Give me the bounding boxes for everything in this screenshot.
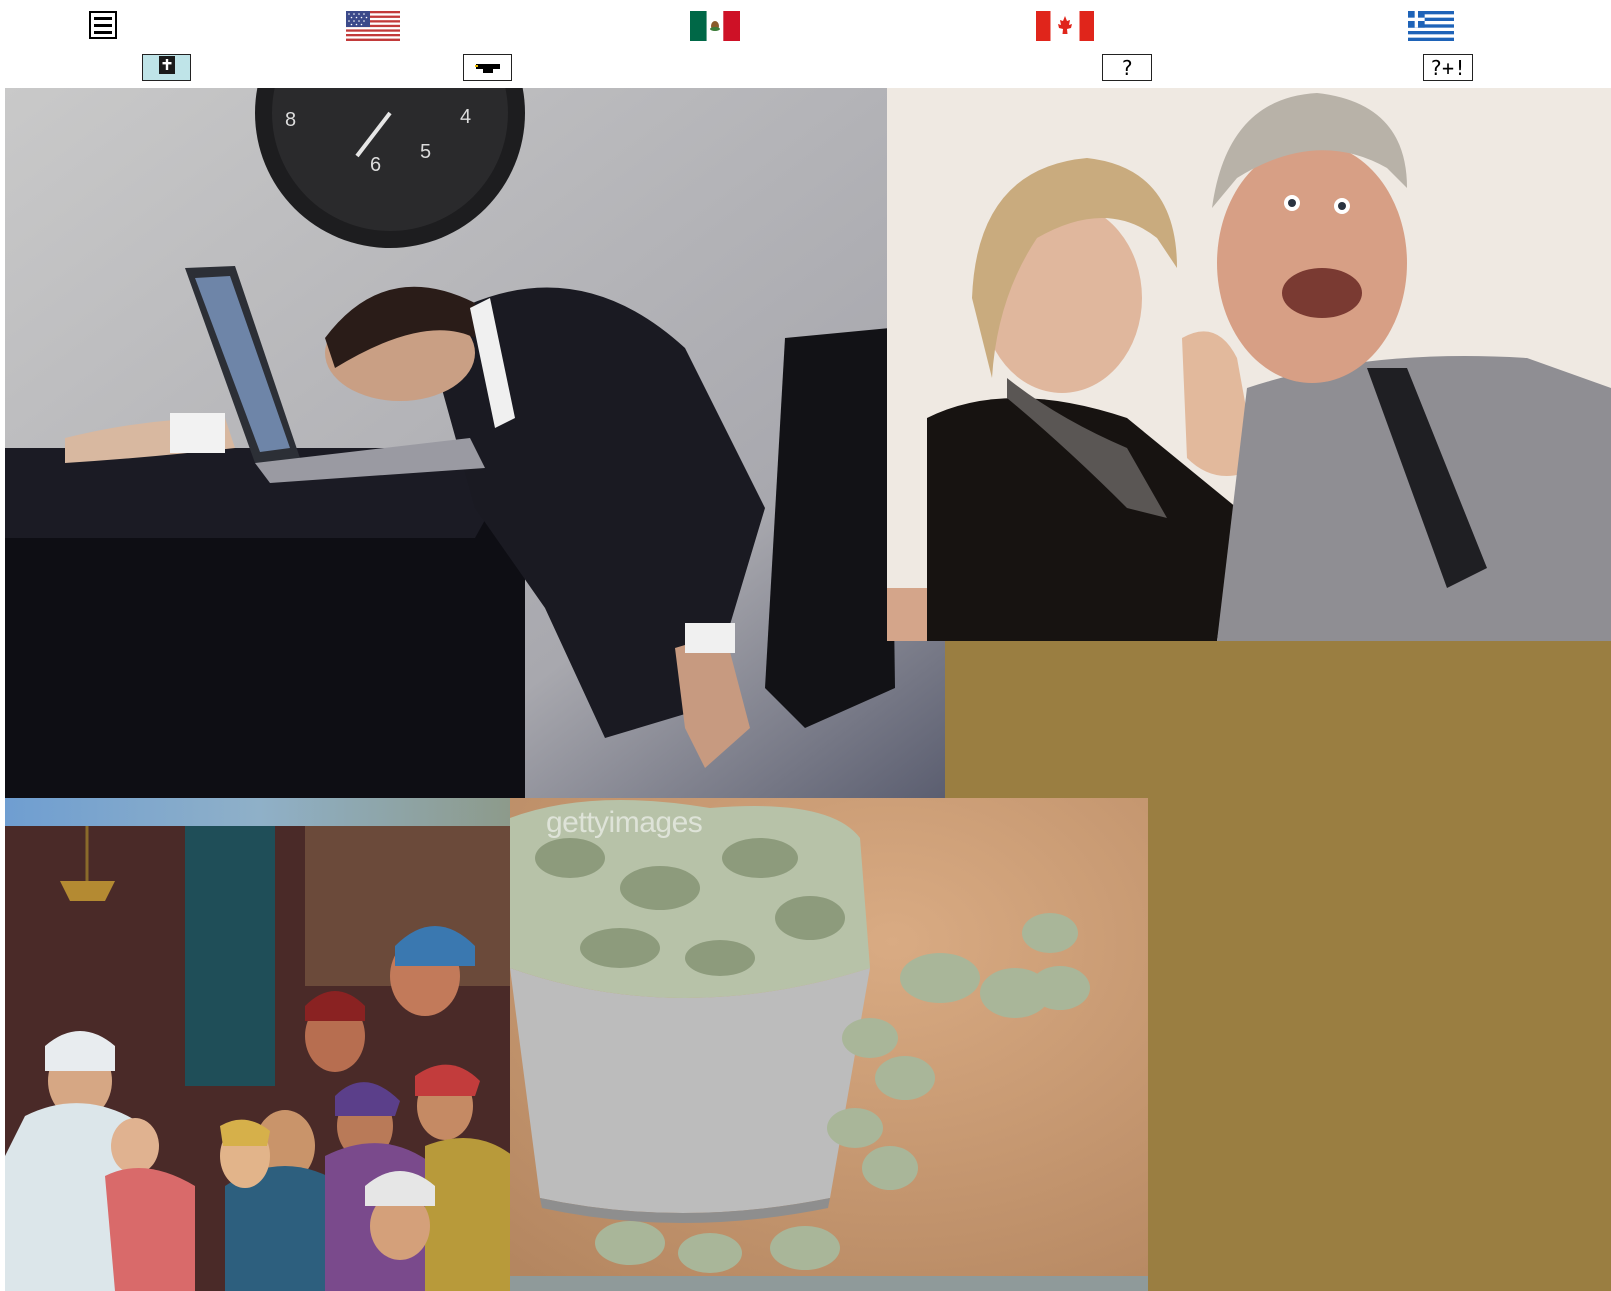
money-wastebasket-photo: gettyimages (510, 798, 1148, 1276)
mexico-flag-icon[interactable] (690, 11, 740, 41)
svg-text:5: 5 (420, 141, 431, 163)
question-button-label: ? (1120, 55, 1134, 80)
canada-flag-icon[interactable] (1036, 11, 1094, 41)
svg-text:4: 4 (460, 106, 471, 128)
usa-flag-icon[interactable] (346, 11, 400, 41)
hamburger-menu-icon[interactable] (89, 11, 117, 39)
sky-strip (5, 798, 513, 828)
bible-button[interactable] (142, 54, 191, 81)
svg-text:6: 6 (370, 154, 381, 176)
bottom-strip (510, 1276, 1148, 1291)
graduation-cap-icon (473, 56, 503, 80)
bible-icon (157, 55, 177, 80)
biblical-gathering-painting (5, 826, 513, 1291)
question-button[interactable]: ? (1102, 54, 1152, 81)
watermark-text: gettyimages (546, 806, 703, 839)
greece-flag-icon[interactable] (1408, 11, 1454, 41)
sleeping-businessman-photo: 8 6 5 4 (5, 88, 945, 798)
page: ? ?+! 8 6 5 4 gettyimages (0, 0, 1611, 1291)
elderly-couple-whisper-photo (887, 88, 1611, 641)
svg-text:8: 8 (285, 109, 296, 131)
graduation-cap-button[interactable] (463, 54, 512, 81)
question-plus-exclaim-button[interactable]: ?+! (1423, 54, 1473, 81)
question-plus-exclaim-label: ?+! (1429, 55, 1467, 80)
